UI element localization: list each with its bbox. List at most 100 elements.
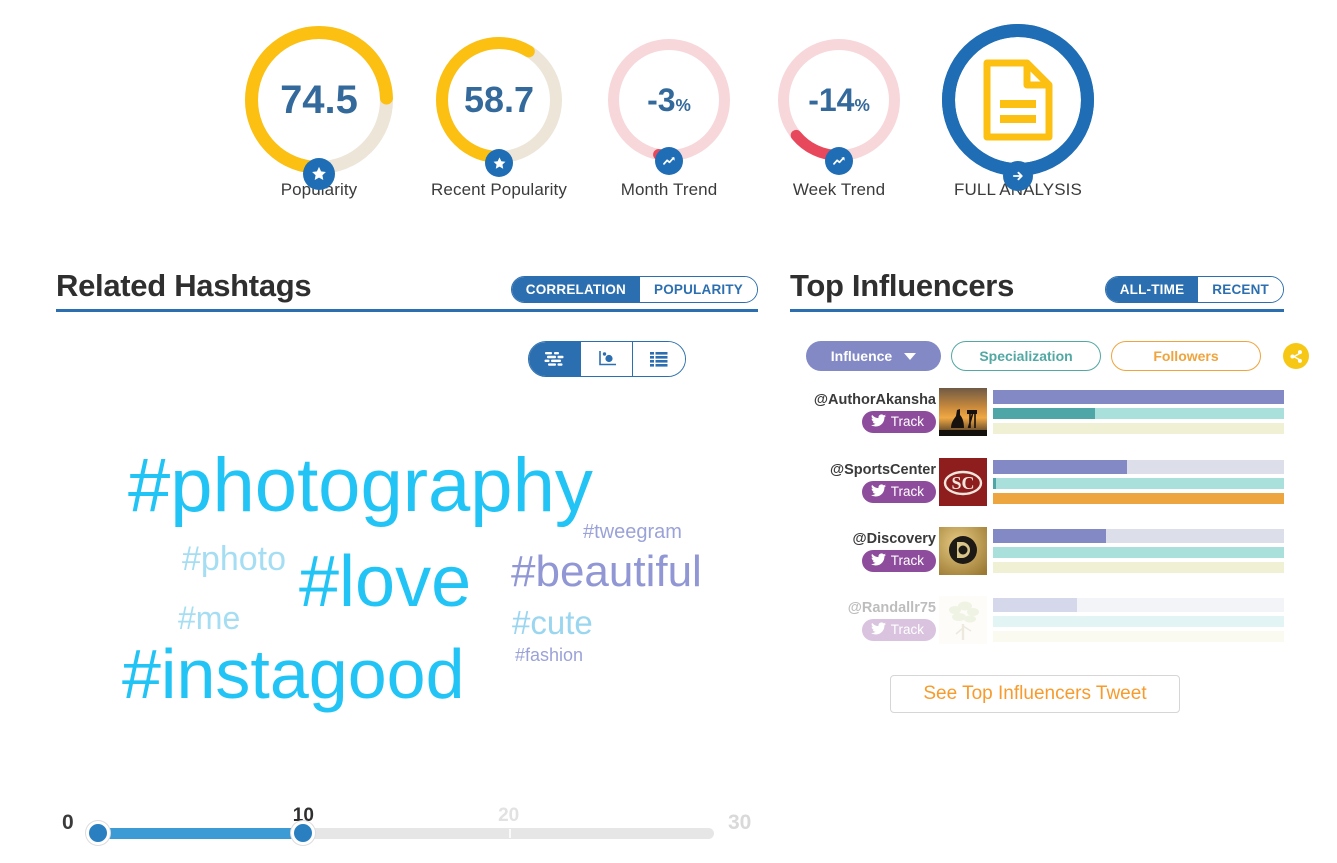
- gauge-month-trend[interactable]: -3% Month Trend: [579, 39, 759, 200]
- influence-bar-fill: [993, 390, 1284, 404]
- slider-fill: [98, 828, 304, 839]
- pill-label: Followers: [1153, 348, 1219, 364]
- hashtag-word[interactable]: #cute: [512, 606, 593, 639]
- specialization-bar: [993, 547, 1284, 558]
- gauge-unit: %: [854, 95, 870, 115]
- gauge-full-analysis[interactable]: FULL ANALYSIS: [928, 24, 1108, 200]
- gauge-label-month-trend: Month Trend: [620, 180, 718, 199]
- influencer-handle: @AuthorAkansha: [813, 391, 936, 408]
- influencer-metric-bars: [993, 390, 1284, 434]
- specialization-bar-fill: [993, 478, 996, 489]
- hashtag-sort-correlation[interactable]: CORRELATION: [511, 276, 640, 302]
- star-icon[interactable]: [485, 149, 513, 177]
- track-label: Track: [890, 484, 924, 499]
- twitter-bird-icon: [870, 552, 886, 569]
- hashtag-sort-toggle[interactable]: CORRELATION POPULARITY: [510, 275, 758, 303]
- track-button[interactable]: Track: [861, 410, 936, 433]
- cloud-view-icon[interactable]: [529, 342, 581, 376]
- hashtag-view-mode-toggle[interactable]: [528, 341, 686, 377]
- hashtag-word[interactable]: #photo: [182, 542, 286, 576]
- influencer-handle: @SportsCenter: [830, 461, 936, 478]
- twitter-bird-icon: [870, 413, 886, 430]
- list-view-icon[interactable]: [633, 342, 685, 376]
- influence-bar-fill: [993, 598, 1078, 612]
- slider-handle-high[interactable]: [291, 821, 316, 845]
- followers-bar: [993, 631, 1284, 642]
- slider-tick: [508, 829, 511, 838]
- trend-icon[interactable]: [825, 147, 853, 175]
- slider-max-label: 30: [728, 811, 752, 834]
- arrow-right-icon[interactable]: [1003, 161, 1033, 191]
- gauge-number: 58.7: [463, 79, 535, 120]
- slider-min-label: 0: [62, 811, 74, 834]
- hashtag-word[interactable]: #photography: [128, 448, 593, 524]
- hashtag-sort-popularity[interactable]: POPULARITY: [639, 276, 757, 302]
- gauge-value-popularity: 74.5: [245, 80, 393, 120]
- influence-bar-fill: [993, 460, 1127, 474]
- pill-label: Influence: [830, 348, 893, 364]
- influencer-filter-followers[interactable]: Followers: [1111, 341, 1261, 371]
- influencer-identity: @AuthorAkansha Track: [806, 392, 936, 433]
- influencer-period-recent[interactable]: RECENT: [1198, 276, 1283, 302]
- influencer-row[interactable]: @Randallr75 Track: [806, 593, 1284, 647]
- hashtag-word-cloud[interactable]: #photography #instagood #love #beautiful #ph…: [56, 400, 756, 770]
- svg-text:SC: SC: [951, 473, 974, 493]
- influencer-handle: @Randallr75: [847, 599, 936, 616]
- influencer-period-all-time[interactable]: ALL-TIME: [1105, 276, 1199, 302]
- gauge-number: -3: [647, 82, 676, 118]
- influencer-row[interactable]: @Discovery Track: [806, 524, 1284, 578]
- followers-bar: [993, 562, 1284, 573]
- influencer-handle: @Discovery: [852, 530, 936, 547]
- track-label: Track: [890, 414, 924, 429]
- hashtag-word[interactable]: #beautiful: [511, 550, 702, 594]
- hashtag-word[interactable]: #instagood: [122, 639, 465, 709]
- influencer-period-toggle[interactable]: ALL-TIME RECENT: [1104, 275, 1284, 303]
- page-title-top-influencers: Top Influencers: [790, 268, 1015, 303]
- gauge-ring-month-trend: -3%: [608, 39, 730, 175]
- gauge-label-recent-popularity: Recent Popularity: [431, 180, 567, 199]
- influencer-metric-bars: [993, 529, 1284, 573]
- gauge-week-trend[interactable]: -14% Week Trend: [749, 39, 929, 200]
- see-top-influencers-tweet-button[interactable]: See Top Influencers Tweet: [890, 675, 1180, 713]
- gauge-number: 74.5: [280, 78, 358, 122]
- slider-track[interactable]: [98, 828, 714, 839]
- document-icon: [982, 58, 1054, 142]
- track-button[interactable]: Track: [861, 549, 936, 572]
- trend-icon[interactable]: [655, 147, 683, 175]
- twitter-bird-icon: [870, 483, 886, 500]
- hashtag-word[interactable]: #tweegram: [583, 522, 682, 542]
- hashtag-word[interactable]: #me: [178, 602, 240, 634]
- gauge-value-week-trend: -14%: [778, 84, 900, 116]
- scatter-view-icon[interactable]: [581, 342, 633, 376]
- influencer-filter-influence[interactable]: Influence: [806, 341, 941, 371]
- avatar: SC: [939, 458, 987, 506]
- avatar: [939, 388, 987, 436]
- influencer-identity: @Randallr75 Track: [806, 600, 936, 641]
- hashtag-word[interactable]: #fashion: [515, 646, 583, 664]
- hashtag-count-slider[interactable]: 0 30 10 20: [56, 795, 766, 855]
- track-button[interactable]: Track: [861, 480, 936, 503]
- top-influencers-header: Top Influencers ALL-TIME RECENT: [790, 268, 1284, 312]
- gauge-popularity[interactable]: 74.5Popularity: [229, 26, 409, 200]
- avatar: [939, 527, 987, 575]
- share-icon[interactable]: [1283, 343, 1309, 369]
- influencer-identity: @Discovery Track: [806, 531, 936, 572]
- hashtag-word[interactable]: #love: [299, 546, 471, 618]
- gauge-ring-week-trend: -14%: [778, 39, 900, 175]
- influencer-row[interactable]: @AuthorAkansha Track: [806, 385, 1284, 439]
- followers-bar: [993, 493, 1284, 504]
- track-button[interactable]: Track: [861, 618, 936, 641]
- influencer-filter-bar[interactable]: Influence Specialization Followers: [806, 341, 1309, 371]
- specialization-bar: [993, 408, 1284, 419]
- chevron-down-icon: [904, 352, 917, 360]
- influencer-filter-specialization[interactable]: Specialization: [951, 341, 1101, 371]
- influence-bar: [993, 598, 1284, 612]
- pill-label: Specialization: [979, 348, 1073, 364]
- slider-handle-low[interactable]: [86, 821, 110, 845]
- influencer-row[interactable]: @SportsCenter Track SC: [806, 455, 1284, 509]
- star-icon[interactable]: [303, 158, 335, 190]
- twitter-bird-icon: [870, 621, 886, 638]
- gauge-recent-popularity[interactable]: 58.7 Recent Popularity: [409, 37, 589, 200]
- followers-bar-fill: [993, 493, 1284, 504]
- gauge-unit: %: [675, 95, 691, 115]
